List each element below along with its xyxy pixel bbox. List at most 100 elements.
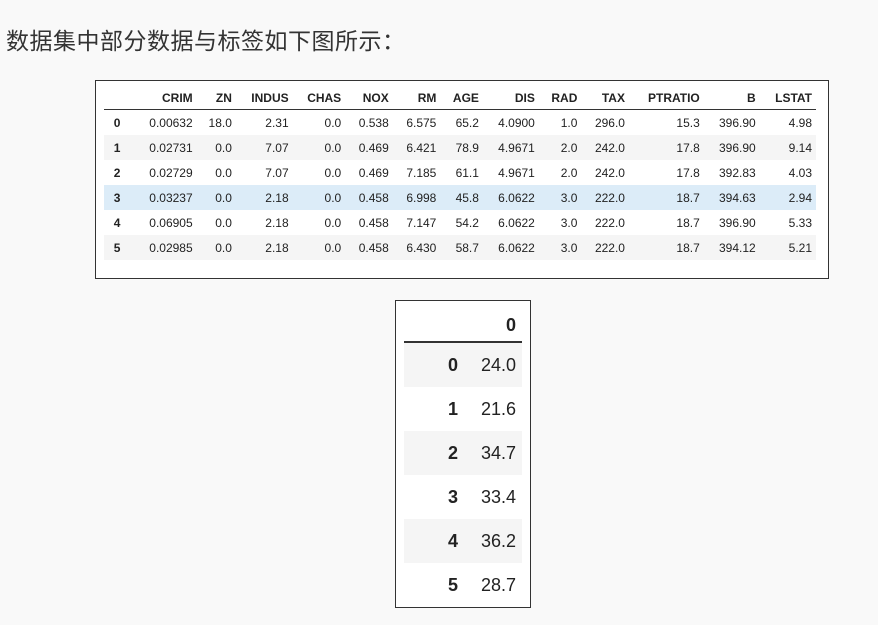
table-cell: 0.02985 [132,235,197,260]
table-cell: 396.90 [719,115,756,130]
labels-header-index [404,309,464,343]
table-cell: 0.458 [345,185,393,210]
table-cell: 0.02729 [149,165,193,180]
features-table-body: 0 0.00632 18.0 2.31 0.0 0.538 6.575 65.2 4.0900 1… [104,110,816,260]
table-cell: 2.0 [560,165,578,180]
page: 数据集中部分数据与标签如下图所示： CRIM ZN INDUS CHAS NOX… [0,0,878,625]
table-cell: 18.7 [676,215,700,230]
table-cell: 394.63 [703,185,760,210]
table-cell: 0.0 [292,185,346,210]
table-cell: 0.458 [358,215,389,230]
table-cell: 0.0 [292,235,346,260]
table-cell: 6.430 [392,235,441,260]
table-cell: 6.0622 [482,185,539,210]
features-header-nox: NOX [345,87,393,110]
table-cell: 222.0 [594,215,625,230]
table-cell: 21.6 [480,398,516,419]
table-cell: 3.0 [538,185,582,210]
table-cell: 0.0 [324,215,342,230]
table-cell: 0.0 [292,135,346,160]
features-header-dis: DIS [482,87,539,110]
table-cell: 0.0 [196,135,236,160]
table-cell: 242.0 [581,135,629,160]
table-cell: 296.0 [594,115,625,130]
features-header-age: AGE [440,87,483,110]
table-row: 3 33.4 [404,475,522,519]
table-cell: 17.8 [628,135,704,160]
table-cell: 0.458 [345,235,393,260]
table-cell: 17.8 [676,165,700,180]
table-cell: 4.0900 [498,115,535,130]
table-cell: 5.33 [788,215,812,230]
table-cell: 7.185 [406,165,437,180]
table-cell: 18.0 [208,115,232,130]
table-cell: 2.31 [265,115,289,130]
table-cell: 0.06905 [149,215,193,230]
features-table-image: CRIM ZN INDUS CHAS NOX RM AGE DIS RAD TA… [95,80,829,279]
table-cell: 0.0 [324,165,342,180]
table-cell: 0.469 [345,135,393,160]
table-cell: 0.0 [215,215,232,230]
table-cell: 2.18 [235,235,293,260]
table-cell: 18.7 [628,185,704,210]
table-cell: 6.421 [392,135,441,160]
table-cell: 0.00632 [149,115,193,130]
labels-header-value: 0 [464,309,522,343]
table-cell: 58.7 [440,235,483,260]
row-index: 3 [104,185,133,210]
features-header-crim: CRIM [132,87,197,110]
table-row: 4 36.2 [404,519,522,563]
table-row: 0 0.00632 18.0 2.31 0.0 0.538 6.575 65.2 4.0900 1… [104,110,816,136]
table-cell: 222.0 [581,235,629,260]
table-row: 0 24.0 [404,342,522,387]
table-cell: 34.7 [464,431,522,475]
features-table: CRIM ZN INDUS CHAS NOX RM AGE DIS RAD TA… [104,87,816,260]
labels-table-image: 0 0 24.0 1 21.6 2 34.7 3 33.4 4 36.2 5 28.7 [395,300,531,608]
table-cell: 65.2 [455,115,479,130]
table-cell: 6.998 [392,185,441,210]
table-cell: 24.0 [464,342,522,387]
features-header-lstat: LSTAT [759,87,816,110]
table-cell: 396.90 [719,215,756,230]
table-cell: 4.9671 [498,165,535,180]
table-row: 4 0.06905 0.0 2.18 0.0 0.458 7.147 54.2 6.0622 3.… [104,210,816,235]
table-cell: 15.3 [676,115,700,130]
table-cell: 394.12 [703,235,760,260]
table-cell: 0.469 [358,165,389,180]
table-cell: 6.0622 [482,235,539,260]
table-row: 5 0.02985 0.0 2.18 0.0 0.458 6.430 58.7 6.0622 3.… [104,235,816,260]
row-index: 2 [113,165,121,180]
table-cell: 61.1 [455,165,479,180]
row-index: 5 [104,235,133,260]
row-index: 1 [104,135,133,160]
table-cell: 7.147 [406,215,437,230]
table-cell: 0.0 [215,165,232,180]
table-cell: 0.0 [324,115,342,130]
features-header-rad: RAD [538,87,582,110]
table-cell: 28.7 [480,574,516,595]
table-cell: 78.9 [440,135,483,160]
row-index: 3 [447,486,458,507]
page-heading: 数据集中部分数据与标签如下图所示： [6,29,406,55]
table-row: 1 21.6 [404,387,522,431]
table-cell: 18.7 [628,235,704,260]
table-cell: 2.94 [759,185,816,210]
features-header-chas: CHAS [292,87,346,110]
features-header-tax: TAX [581,87,629,110]
table-cell: 36.2 [464,519,522,563]
row-index: 0 [404,342,464,387]
table-cell: 2.0 [538,135,582,160]
table-cell: 392.83 [719,165,756,180]
table-cell: 396.90 [703,135,760,160]
row-index: 4 [113,215,121,230]
table-row: 2 0.02729 0.0 7.07 0.0 0.469 7.185 61.1 4.9671 2.… [104,160,816,185]
table-row: 2 34.7 [404,431,522,475]
table-cell: 7.07 [265,165,289,180]
table-cell: 0.0 [196,185,236,210]
table-cell: 54.2 [455,215,479,230]
features-header-ptratio: PTRATIO [628,87,704,110]
features-header-index [104,87,133,110]
features-header-zn: ZN [196,87,236,110]
labels-table: 0 0 24.0 1 21.6 2 34.7 3 33.4 4 36.2 5 28.7 [404,309,522,607]
table-cell: 222.0 [581,185,629,210]
